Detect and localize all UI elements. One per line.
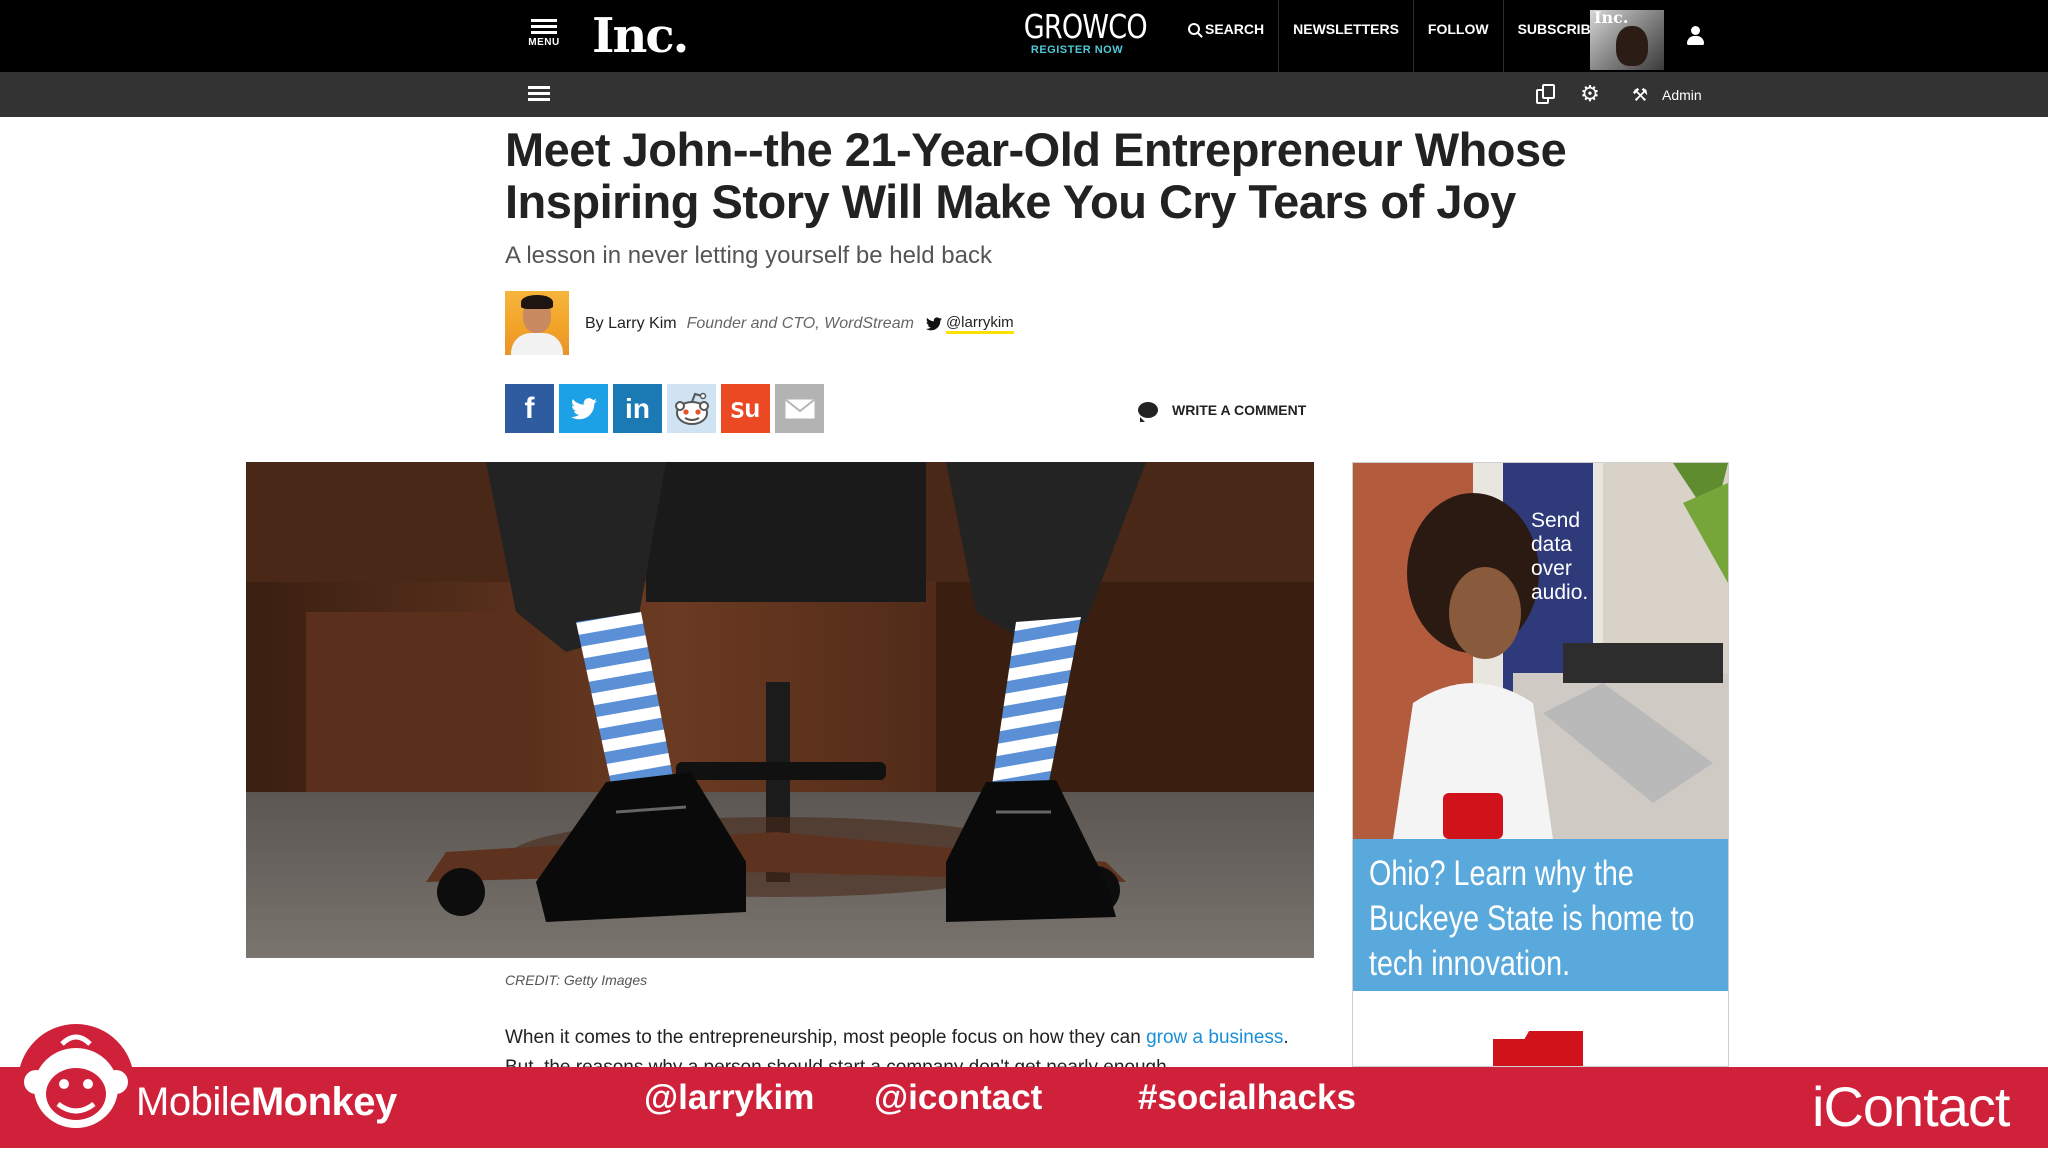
byline: By Larry Kim Founder and CTO, WordStream… [585,314,1014,334]
copy-icon[interactable] [1536,84,1556,106]
sidebar-advertisement[interactable]: Send data over audio. Ohio? Learn why th… [1352,462,1729,1067]
author-avatar[interactable] [505,291,569,355]
hero-photo-socks-under-desk [246,462,1314,958]
icontact-logo: iContact [1812,1075,2010,1138]
linkedin-icon: in [625,392,650,424]
stumbleupon-share-button[interactable]: ꜱu [721,384,770,433]
footer-edge [0,1148,2048,1152]
menu-label: MENU [528,37,560,48]
facebook-share-button[interactable]: f [505,384,554,433]
footer-tag-larrykim: @larrykim [644,1078,815,1117]
twitter-icon [925,317,942,331]
stumbleupon-icon: ꜱu [730,393,761,423]
admin-label: Admin [1662,87,1702,103]
mobilemonkey-wordmark-part2: Monkey [250,1080,397,1124]
article-hero-image [246,462,1314,958]
magazine-cover-thumbnail[interactable]: Inc. [1590,10,1664,70]
email-share-button[interactable] [775,384,824,433]
author-name[interactable]: By Larry Kim [585,315,677,333]
footer-tag-icontact: @icontact [874,1078,1043,1117]
article-headline: Meet John--the 21-Year-Old Entrepreneur … [505,123,1567,228]
ad-banner: Ohio? Learn why the Buckeye State is hom… [1353,839,1728,991]
user-account-icon[interactable] [1686,26,1704,46]
magazine-cover-logo: Inc. [1594,10,1629,27]
mobilemonkey-wordmark: MobileMonkey [136,1080,397,1125]
admin-toolbar: ⚙ ⚒ Admin [0,72,2048,117]
hamburger-icon [524,19,564,34]
ad-photo: Send data over audio. [1353,463,1728,839]
reddit-icon [674,392,709,425]
ad-overlay-text: Send data over audio. [1531,509,1589,604]
comment-bubble-icon [1138,402,1158,422]
author-role: Founder and CTO, WordStream [686,315,914,332]
gear-icon[interactable]: ⚙ [1580,83,1600,105]
ohio-state-logo [1493,1031,1583,1066]
nav-newsletters-link[interactable]: NEWSLETTERS [1279,0,1414,72]
growco-promo[interactable]: GROWCO REGISTER NOW [1012,7,1148,57]
write-comment-link[interactable]: WRITE A COMMENT [1138,402,1307,422]
menu-button[interactable]: MENU [524,16,564,58]
mobilemonkey-wordmark-part1: Mobile [136,1080,251,1124]
author-twitter-handle[interactable]: @larrykim [945,314,1014,334]
growco-logo: GROWCO [1023,7,1148,46]
grow-a-business-link[interactable]: grow a business [1146,1027,1283,1048]
facebook-icon: f [524,391,535,425]
email-icon [784,398,815,418]
twitter-share-button[interactable] [559,384,608,433]
search-icon [1188,23,1200,35]
nav-search-link[interactable]: SEARCH [1174,0,1280,72]
write-comment-label: WRITE A COMMENT [1172,402,1307,418]
reddit-share-button[interactable] [667,384,716,433]
article-body-intro: When it comes to the entrepreneurship, m… [505,1027,1147,1048]
ad-headline: Ohio? Learn why the Buckeye State is hom… [1369,854,1695,983]
inc-logo[interactable]: Inc. [592,8,689,64]
nav-follow-link[interactable]: FOLLOW [1414,0,1504,72]
magazine-cover-portrait [1616,26,1648,66]
list-icon[interactable] [528,86,550,104]
share-buttons: f in ꜱu [505,384,829,433]
tools-icon: ⚒ [1632,85,1649,105]
linkedin-share-button[interactable]: in [613,384,662,433]
top-navigation-bar: MENU Inc. GROWCO REGISTER NOW SEARCH NEW… [0,0,2048,72]
footer-tag-socialhacks: #socialhacks [1138,1078,1356,1117]
twitter-icon [570,397,597,419]
image-credit: CREDIT: Getty Images [505,972,648,988]
admin-link[interactable]: ⚒ Admin [1632,84,1702,106]
nav-search-label: SEARCH [1205,21,1265,37]
mobilemonkey-logo-icon [18,1024,134,1140]
nav-links: SEARCH NEWSLETTERS FOLLOW SUBSCRIBE [1174,0,1614,72]
article-subheadline: A lesson in never letting yourself be he… [505,242,992,269]
